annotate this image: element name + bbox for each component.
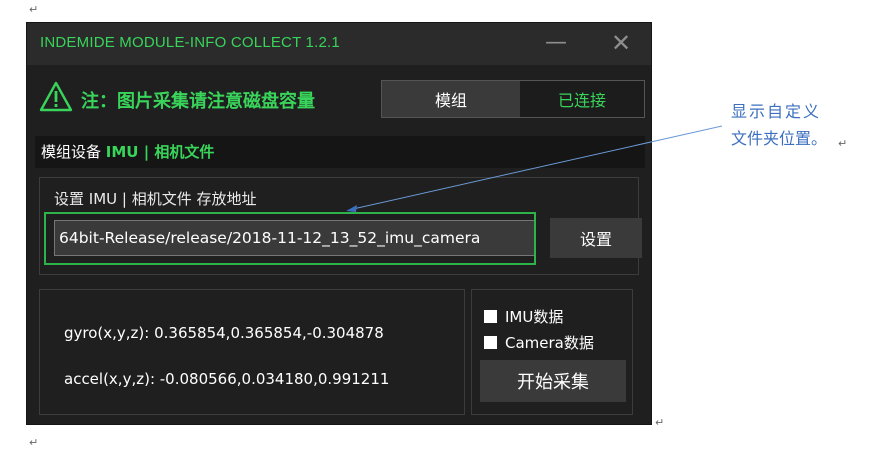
paragraph-mark: ↵ bbox=[838, 137, 848, 150]
annotation-line-1: 显示自定义 bbox=[731, 102, 822, 121]
annotation-arrow bbox=[346, 125, 723, 212]
annotation-line-2: 文件夹位置。 bbox=[731, 129, 828, 148]
